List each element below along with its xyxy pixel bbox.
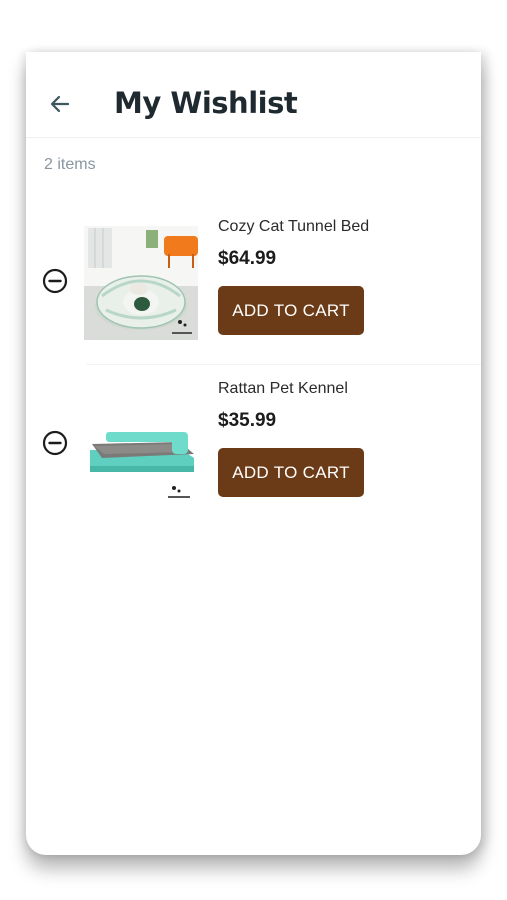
product-image[interactable] bbox=[84, 226, 198, 340]
product-price: $35.99 bbox=[218, 410, 277, 431]
add-to-cart-button[interactable]: ADD TO CART bbox=[218, 286, 364, 335]
remove-item-button[interactable] bbox=[42, 430, 68, 456]
item-count: 2 items bbox=[44, 156, 96, 173]
app-bar: My Wishlist bbox=[26, 52, 481, 138]
minus-circle-icon bbox=[42, 430, 68, 456]
phone-frame: My Wishlist 2 items Cozy Cat Tunnel Bed … bbox=[26, 52, 481, 855]
add-to-cart-button[interactable]: ADD TO CART bbox=[218, 448, 364, 497]
minus-circle-icon bbox=[42, 268, 68, 294]
remove-item-button[interactable] bbox=[42, 268, 68, 294]
cat-tunnel-bed-image bbox=[84, 226, 198, 340]
arrow-left-icon bbox=[50, 95, 70, 113]
pet-kennel-image bbox=[84, 388, 198, 502]
divider bbox=[86, 364, 481, 365]
product-price: $64.99 bbox=[218, 248, 277, 269]
back-button[interactable] bbox=[46, 90, 74, 118]
screen: My Wishlist 2 items Cozy Cat Tunnel Bed … bbox=[0, 0, 507, 900]
product-name[interactable]: Rattan Pet Kennel bbox=[218, 380, 348, 398]
list-item: Rattan Pet Kennel $35.99 ADD TO CART bbox=[26, 364, 481, 526]
list-item: Cozy Cat Tunnel Bed $64.99 ADD TO CART bbox=[26, 202, 481, 364]
product-name[interactable]: Cozy Cat Tunnel Bed bbox=[218, 218, 369, 236]
product-image[interactable] bbox=[84, 388, 198, 502]
page-title: My Wishlist bbox=[114, 86, 298, 120]
